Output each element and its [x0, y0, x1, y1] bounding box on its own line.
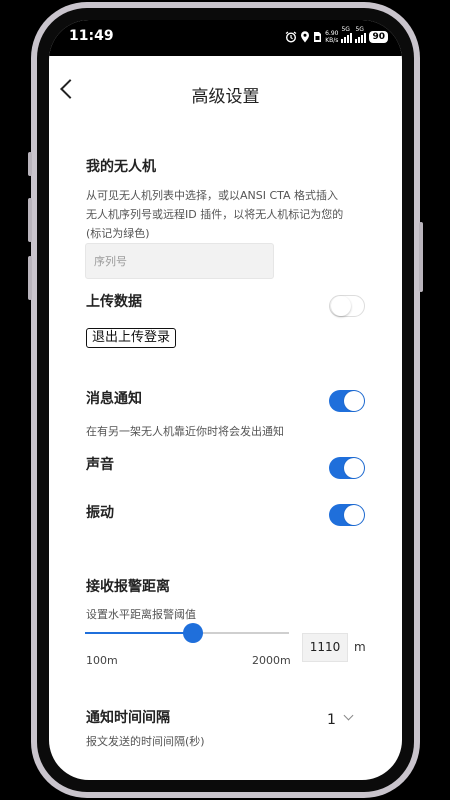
phone-frame: 11:49 6.90 KB/s 5G 5G 90 高级设置 我的无人机 从可见无…: [28, 2, 423, 798]
network-speed-unit: KB/s: [325, 37, 339, 44]
interval-description: 报文发送的时间间隔(秒): [86, 735, 205, 748]
location-icon: [301, 31, 310, 43]
signal-1-icon: 5G: [341, 26, 353, 43]
network-speed-value: 6.90: [325, 30, 339, 37]
alarm-distance-value[interactable]: 1110: [302, 633, 348, 662]
my-drone-description-line1: 从可见无人机列表中选择，或以ANSI CTA 格式插入: [86, 189, 339, 202]
side-button-volume-up: [28, 198, 32, 242]
slider-thumb[interactable]: [183, 623, 204, 643]
signal-2-icon: 5G: [355, 26, 367, 43]
upload-data-label: 上传数据: [86, 294, 142, 310]
battery-icon: 90: [369, 31, 388, 43]
serial-number-input[interactable]: [85, 243, 274, 279]
alarm-clock-icon: [285, 31, 297, 43]
sound-label: 声音: [86, 457, 114, 473]
status-bar: 11:49 6.90 KB/s 5G 5G 90: [49, 20, 402, 56]
alarm-distance-slider[interactable]: [85, 620, 289, 646]
screen: 11:49 6.90 KB/s 5G 5G 90 高级设置 我的无人机 从可见无…: [49, 20, 402, 780]
network-type-1: 5G: [341, 25, 350, 33]
vibration-label: 振动: [86, 505, 114, 521]
slider-min-label: 100m: [86, 654, 118, 667]
status-time: 11:49: [69, 28, 114, 44]
chevron-down-icon[interactable]: [343, 710, 354, 721]
slider-fill: [85, 632, 194, 634]
header: 高级设置: [49, 56, 402, 116]
notification-label: 消息通知: [86, 391, 142, 407]
slider-max-label: 2000m: [252, 654, 291, 667]
my-drone-description-line3: (标记为绿色): [86, 227, 150, 240]
side-button-top: [28, 152, 32, 176]
my-drone-description-line2: 无人机序列号或远程ID 插件，以将无人机标记为您的: [86, 208, 344, 221]
page-title: 高级设置: [191, 87, 260, 107]
interval-title: 通知时间间隔: [86, 710, 170, 726]
network-speed: 6.90 KB/s: [325, 30, 338, 44]
power-button: [419, 222, 423, 292]
alarm-distance-unit: m: [354, 640, 366, 654]
sound-toggle[interactable]: [329, 457, 365, 479]
logout-upload-button[interactable]: 退出上传登录: [86, 328, 177, 348]
status-icons: 6.90 KB/s 5G 5G 90: [285, 26, 388, 45]
side-button-volume-down: [28, 256, 32, 300]
alarm-distance-title: 接收报警距离: [86, 579, 170, 595]
notification-toggle[interactable]: [329, 390, 365, 412]
network-type-2: 5G: [355, 25, 364, 33]
interval-select-value[interactable]: 1: [327, 712, 336, 728]
vibration-toggle[interactable]: [329, 504, 365, 526]
notification-description: 在有另一架无人机靠近你时将会发出通知: [86, 425, 284, 438]
sim-card-icon: [314, 32, 322, 42]
upload-data-toggle[interactable]: [329, 295, 365, 317]
my-drone-title: 我的无人机: [86, 159, 156, 175]
